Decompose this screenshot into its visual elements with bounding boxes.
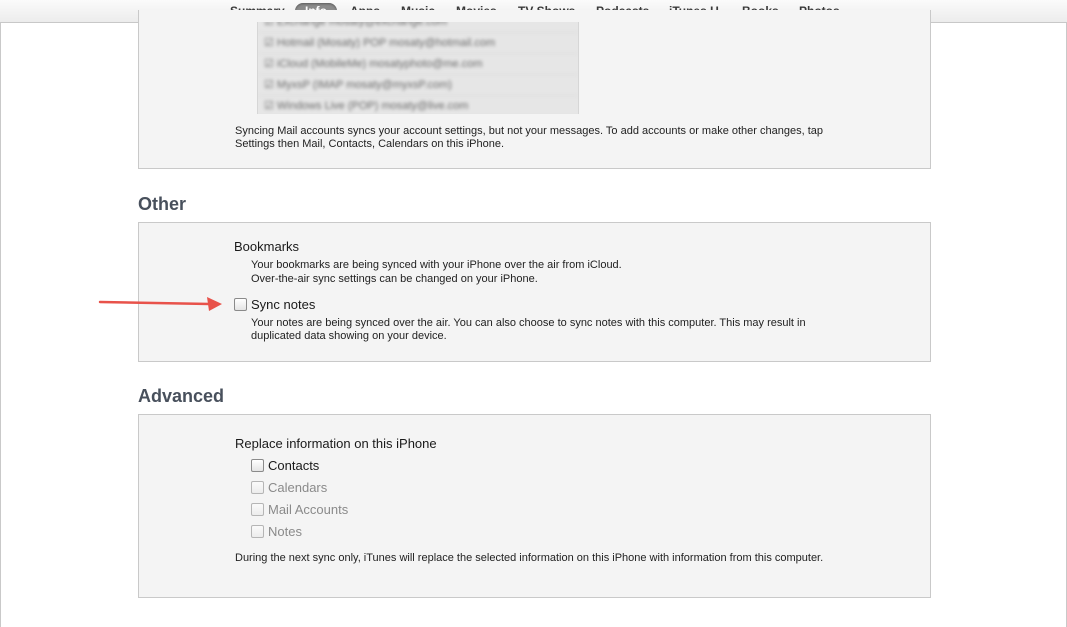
mail-account-row[interactable]: ☑ Windows Live (POP) mosaty@live.com [258, 96, 578, 114]
replace-notes-label[interactable]: Notes [268, 524, 302, 539]
replace-info-note: During the next sync only, iTunes will r… [235, 552, 824, 564]
section-title-advanced: Advanced [138, 386, 225, 406]
annotation-arrow [98, 297, 222, 311]
mail-account-row[interactable]: ☑ Exchange mosaty@exchange.com [258, 22, 578, 33]
sync-notes-checkbox[interactable] [234, 298, 247, 311]
mail-account-row[interactable]: ☑ MyxsP (IMAP mosaty@myxsP.com) [258, 75, 578, 96]
replace-notes-checkbox[interactable] [251, 525, 264, 538]
sync-notes-desc: Your notes are being synced over the air… [251, 317, 806, 342]
replace-calendars-label[interactable]: Calendars [268, 480, 327, 495]
mail-account-row[interactable]: ☑ iCloud (MobileMe) mosatyphoto@me.com [258, 54, 578, 75]
mail-accounts-list[interactable]: ☑ Exchange mosaty@exchange.com ☑ Hotmail… [257, 22, 579, 114]
replace-mail-accounts-label[interactable]: Mail Accounts [268, 502, 348, 517]
sync-notes-label[interactable]: Sync notes [251, 297, 315, 312]
mail-sync-note: Syncing Mail accounts syncs your account… [235, 125, 824, 150]
mail-account-row[interactable]: ☑ Hotmail (Mosaty) POP mosaty@hotmail.co… [258, 33, 578, 54]
bookmarks-desc-line1: Your bookmarks are being synced with you… [251, 259, 622, 271]
replace-info-heading: Replace information on this iPhone [235, 436, 437, 451]
replace-contacts-label[interactable]: Contacts [268, 458, 319, 473]
section-title-other: Other [138, 194, 187, 214]
replace-mail-accounts-checkbox[interactable] [251, 503, 264, 516]
bookmarks-heading: Bookmarks [234, 239, 300, 254]
replace-contacts-checkbox[interactable] [251, 459, 264, 472]
bookmarks-desc-line2: Over-the-air sync settings can be change… [251, 273, 538, 285]
window-left-edge [0, 0, 1, 627]
replace-calendars-checkbox[interactable] [251, 481, 264, 494]
